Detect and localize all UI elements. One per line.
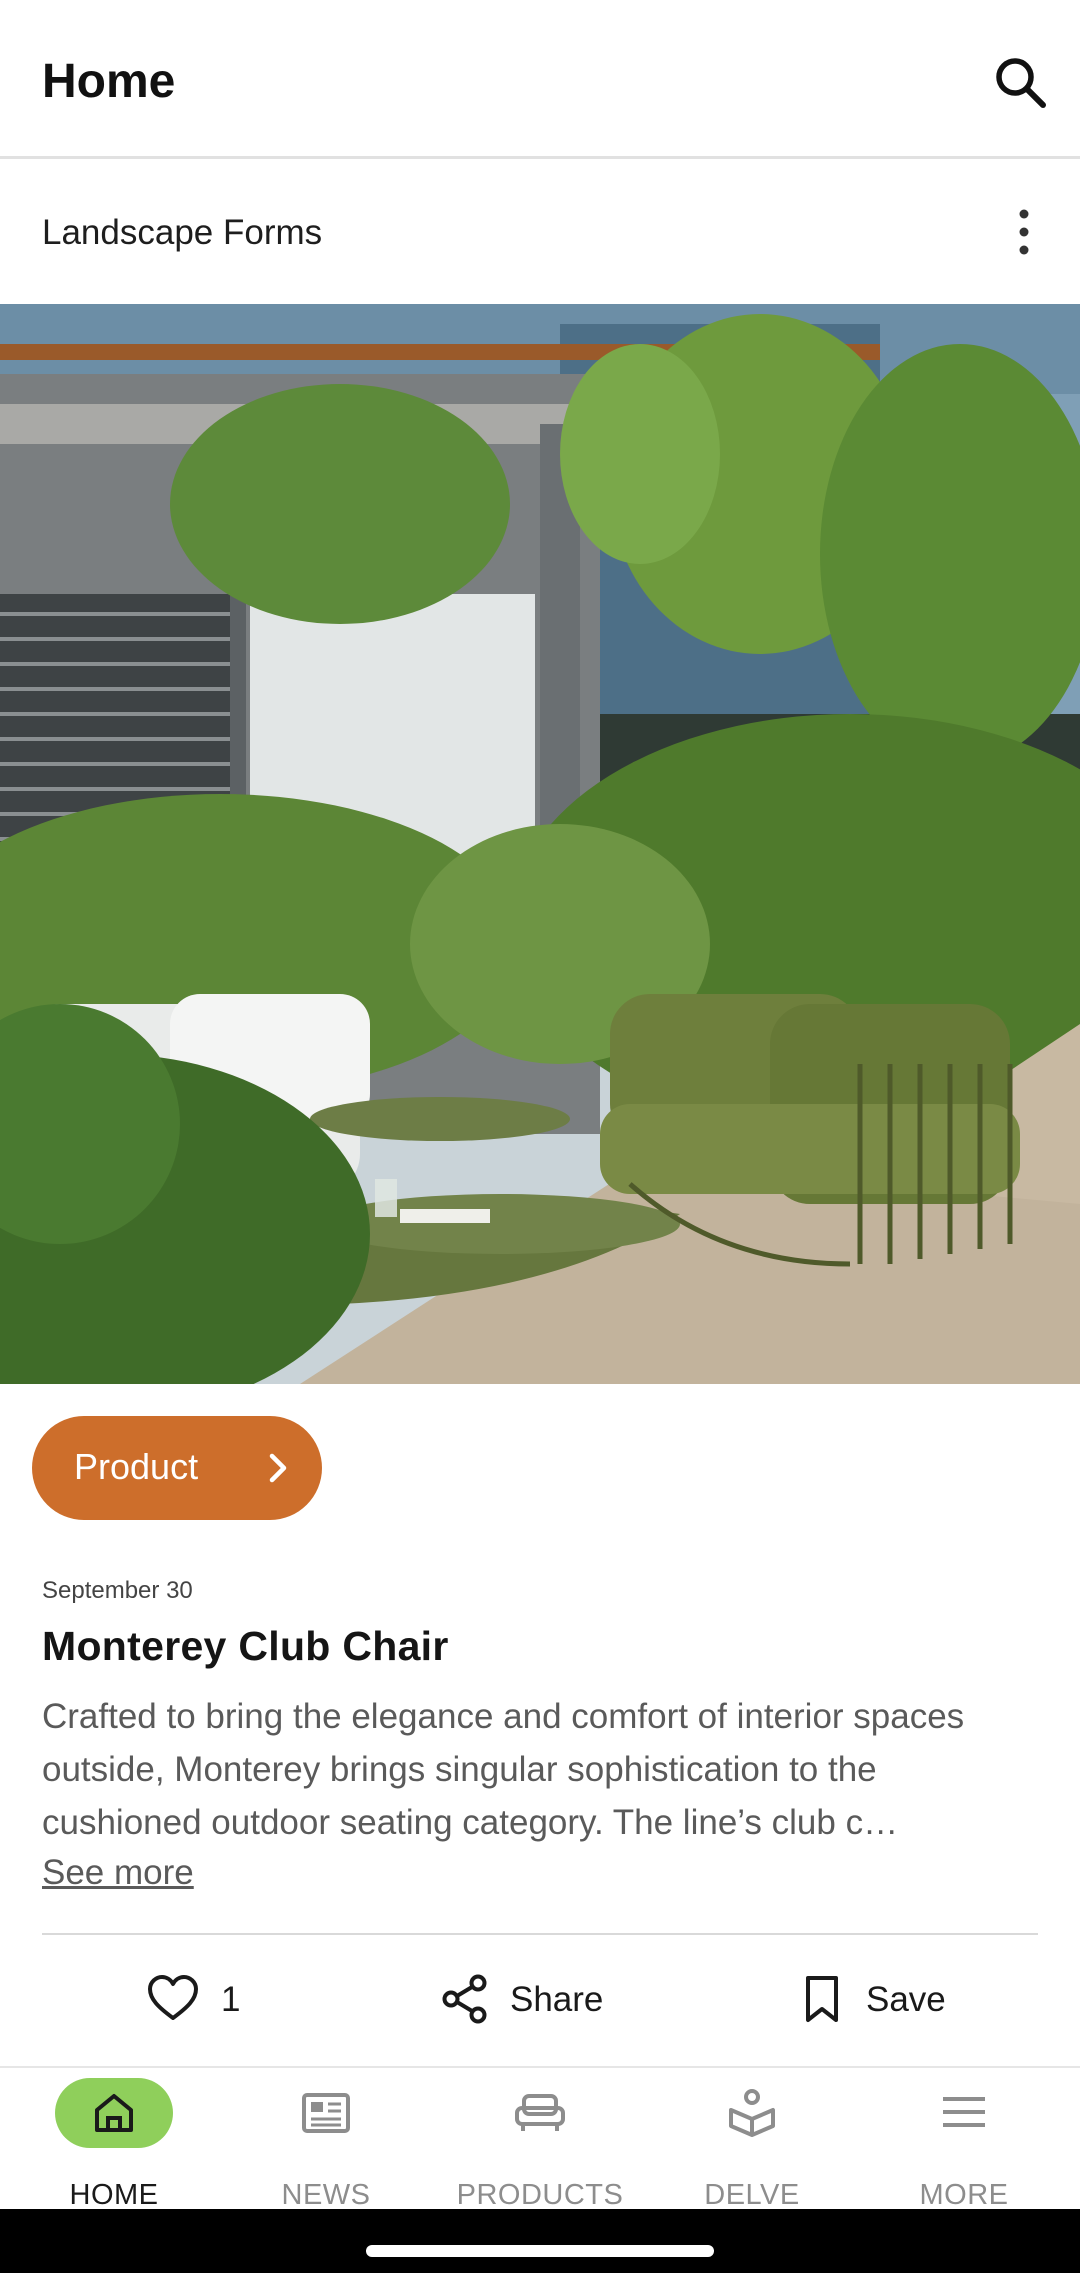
post-description: Crafted to bring the elegance and comfor… (42, 1697, 965, 1842)
like-count: 1 (221, 1980, 241, 2019)
save-label: Save (866, 1980, 946, 2019)
save-button[interactable]: Save (802, 1968, 962, 2028)
post-date: September 30 (42, 1577, 193, 1604)
products-icon (515, 2094, 565, 2131)
nav-delve-label: DELVE (704, 2179, 800, 2211)
nav-more-label: MORE (919, 2179, 1009, 2211)
see-more-link[interactable]: See more (42, 1855, 194, 1890)
page-title: Home (42, 55, 176, 108)
nav-home[interactable]: HOME (8, 2068, 220, 2211)
source-name[interactable]: Landscape Forms (42, 215, 322, 250)
share-button[interactable]: Share (440, 1968, 620, 2028)
nav-products-label: PRODUCTS (456, 2179, 624, 2211)
overflow-menu-button[interactable] (1008, 203, 1040, 261)
product-tag-button[interactable]: Product (32, 1416, 322, 1520)
nav-products[interactable]: PRODUCTS (434, 2068, 646, 2211)
heart-icon (148, 1975, 198, 2020)
post-title[interactable]: Monterey Club Chair (42, 1626, 449, 1667)
like-button[interactable]: 1 (146, 1968, 266, 2028)
delve-icon (729, 2089, 775, 2137)
search-icon (996, 58, 1046, 108)
gesture-handle[interactable] (366, 2245, 714, 2257)
divider (42, 1933, 1038, 1935)
home-icon (95, 2094, 133, 2132)
system-navigation-bar (0, 2209, 1080, 2273)
nav-delve[interactable]: DELVE (646, 2068, 858, 2211)
share-label: Share (510, 1980, 604, 2019)
bottom-navigation: HOME NEWS PRODUCTS DELVE MORE (0, 2066, 1080, 2211)
source-header: Landscape Forms (0, 159, 1080, 304)
nav-news-label: NEWS (281, 2179, 371, 2211)
product-tag-label: Product (74, 1446, 199, 1487)
more-vert-icon (1019, 209, 1029, 255)
nav-more[interactable]: MORE (858, 2068, 1070, 2211)
nav-home-label: HOME (69, 2179, 159, 2211)
hero-photo-illustration (0, 304, 1080, 1384)
news-icon (302, 2093, 350, 2133)
search-button[interactable] (986, 48, 1056, 118)
share-icon (442, 1974, 487, 2024)
chevron-right-icon (269, 1453, 287, 1483)
post-actions: 1 Share Save (0, 1936, 1080, 2066)
menu-icon (943, 2097, 985, 2127)
hero-image[interactable] (0, 304, 1080, 1384)
app-bar: Home (0, 0, 1080, 159)
bookmark-icon (806, 1976, 838, 2022)
nav-news[interactable]: NEWS (220, 2068, 432, 2211)
